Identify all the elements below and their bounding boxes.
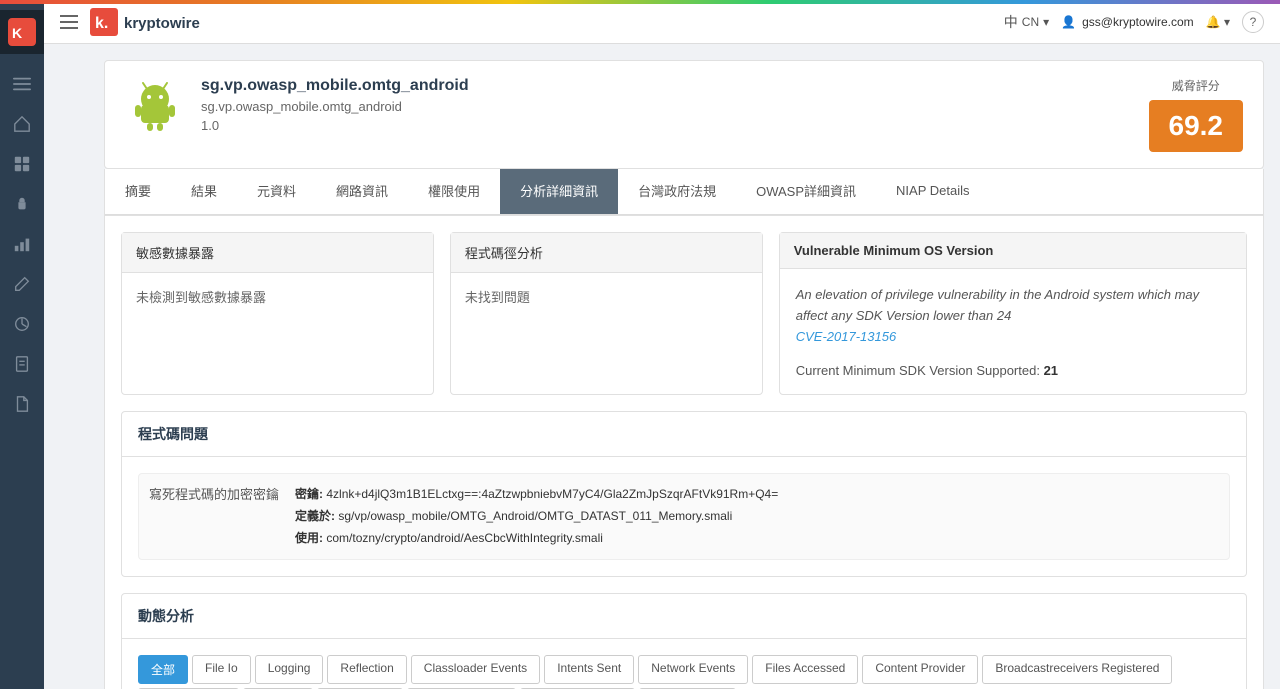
bell-dropdown: ▾ [1224,15,1230,29]
sidebar-item-chart[interactable] [0,304,44,344]
code-issue-details: 密鑰: 4zlnk+d4jlQ3m1B1ELctxg==:4aZtzwpbnie… [295,484,778,549]
filter-tab-intents-sent[interactable]: Intents Sent [544,655,634,684]
vuln-panel: Vulnerable Minimum OS Version An elevati… [779,232,1247,395]
language-selector[interactable]: 中 CN ▾ [1004,12,1049,32]
code-issues-body: 寫死程式碼的加密密鑰 密鑰: 4zlnk+d4jlQ3m1B1ELctxg==:… [122,457,1246,576]
sidebar-item-menu[interactable] [0,64,44,104]
cipher-line: 密鑰: 4zlnk+d4jlQ3m1B1ELctxg==:4aZtzwpbnie… [295,484,778,506]
dynamic-analysis-header: 動態分析 [122,594,1246,639]
tabs-container: 摘要結果元資料網路資訊權限使用分析詳細資訊台灣政府法規OWASP詳細資訊NIAP… [104,169,1264,216]
kryptowire-logo: k. kryptowire [90,8,220,36]
threat-score-label: 威脅評分 [1149,77,1244,94]
main-content: sg.vp.owasp_mobile.omtg_android sg.vp.ow… [88,44,1280,689]
sdk-info: Current Minimum SDK Version Supported: 2… [796,363,1230,378]
app-icon [125,77,185,137]
dynamic-analysis-body: 全部File IoLoggingReflectionClassloader Ev… [122,639,1246,689]
code-path-panel: 程式碼徑分析 未找到問題 [450,232,763,395]
tab-結果[interactable]: 結果 [171,169,237,214]
code-issue-label: 寫死程式碼的加密密鑰 [149,484,279,549]
dynamic-analysis-section: 動態分析 全部File IoLoggingReflectionClassload… [121,593,1247,689]
code-path-header: 程式碼徑分析 [451,233,762,273]
vuln-header: Vulnerable Minimum OS Version [780,233,1246,269]
language-label: CN [1022,15,1039,29]
tab-權限使用[interactable]: 權限使用 [408,169,500,214]
vuln-desc-text: An elevation of privilege vulnerability … [796,287,1199,323]
app-package-id: sg.vp.owasp_mobile.omtg_android [201,99,469,114]
app-header-card: sg.vp.owasp_mobile.omtg_android sg.vp.ow… [104,60,1264,169]
lang-dropdown-icon: ▾ [1043,15,1049,29]
sdk-label: Current Minimum SDK Version Supported: [796,363,1040,378]
sidebar-item-dashboard[interactable] [0,104,44,144]
svg-text:k.: k. [95,15,108,32]
cve-link[interactable]: CVE-2017-13156 [796,329,896,344]
sdk-value: 21 [1044,363,1058,378]
filter-tab-network-events[interactable]: Network Events [638,655,748,684]
tab-分析詳細資訊[interactable]: 分析詳細資訊 [500,169,618,214]
hamburger-menu[interactable] [60,15,78,29]
used-label: 使用: [295,531,323,545]
app-version: 1.0 [201,118,469,133]
user-icon: 👤 [1061,15,1076,29]
sidebar-item-apps[interactable] [0,144,44,184]
tab-元資料[interactable]: 元資料 [237,169,316,214]
sensitive-data-panel: 敏感數據暴露 未檢測到敏感數據暴露 [121,232,434,395]
navbar: k. kryptowire 中 CN ▾ 👤 gss@kryptowire.co… [44,0,1280,44]
bell-icon: 🔔 [1206,15,1221,29]
app-details: sg.vp.owasp_mobile.omtg_android sg.vp.ow… [201,77,469,133]
filter-tab-content-provider[interactable]: Content Provider [862,655,978,684]
sensitive-data-body: 未檢測到敏感數據暴露 [122,273,433,320]
used-line: 使用: com/tozny/crypto/android/AesCbcWithI… [295,528,778,550]
sidebar: K [0,0,44,689]
filter-tab-files-accessed[interactable]: Files Accessed [752,655,858,684]
top-color-bar [0,0,1280,4]
user-email: gss@kryptowire.com [1082,15,1194,29]
code-issues-header: 程式碼問題 [122,412,1246,457]
notification-bell[interactable]: 🔔 ▾ [1206,15,1230,29]
tab-owasp詳細資訊[interactable]: OWASP詳細資訊 [736,169,876,214]
filter-tab-全部[interactable]: 全部 [138,655,188,684]
sidebar-item-docs[interactable] [0,384,44,424]
language-icon: 中 [1004,12,1018,32]
sidebar-item-android[interactable] [0,184,44,224]
threat-score-value: 69.2 [1149,100,1244,152]
tab-台灣政府法規[interactable]: 台灣政府法規 [618,169,736,214]
svg-text:kryptowire: kryptowire [124,15,200,32]
tab-content-area: 敏感數據暴露 未檢測到敏感數據暴露 程式碼徑分析 未找到問題 Vulnerabl… [104,216,1264,689]
cipher-label: 密鑰: [295,487,323,501]
vuln-body: An elevation of privilege vulnerability … [780,269,1246,394]
sidebar-item-analytics[interactable] [0,224,44,264]
sidebar-logo[interactable]: K [0,10,44,54]
app-package-name: sg.vp.owasp_mobile.omtg_android [201,77,469,95]
navbar-right: 中 CN ▾ 👤 gss@kryptowire.com 🔔 ▾ ? [1004,11,1264,33]
app-info: sg.vp.owasp_mobile.omtg_android sg.vp.ow… [125,77,469,137]
sidebar-item-edit[interactable] [0,264,44,304]
cipher-value: 4zlnk+d4jlQ3m1B1ELctxg==:4aZtzwpbniebvM7… [326,487,778,501]
svg-text:K: K [12,25,22,41]
filter-tab-logging[interactable]: Logging [255,655,324,684]
panels-row: 敏感數據暴露 未檢測到敏感數據暴露 程式碼徑分析 未找到問題 Vulnerabl… [121,232,1247,395]
filter-tabs: 全部File IoLoggingReflectionClassloader Ev… [138,655,1230,689]
tab-摘要[interactable]: 摘要 [105,169,171,214]
code-issue-row: 寫死程式碼的加密密鑰 密鑰: 4zlnk+d4jlQ3m1B1ELctxg==:… [138,473,1230,560]
user-info: 👤 gss@kryptowire.com [1061,15,1194,29]
tab-niap-details[interactable]: NIAP Details [876,171,989,212]
navbar-left: k. kryptowire [60,8,220,36]
filter-tab-classloader-events[interactable]: Classloader Events [411,655,540,684]
code-path-body: 未找到問題 [451,273,762,320]
sensitive-data-header: 敏感數據暴露 [122,233,433,273]
vuln-description: An elevation of privilege vulnerability … [796,285,1230,347]
filter-tab-file-io[interactable]: File Io [192,655,251,684]
help-button[interactable]: ? [1242,11,1264,33]
defined-line: 定義於: sg/vp/owasp_mobile/OMTG_Android/OMT… [295,506,778,528]
code-issues-section: 程式碼問題 寫死程式碼的加密密鑰 密鑰: 4zlnk+d4jlQ3m1B1ELc… [121,411,1247,577]
tabs: 摘要結果元資料網路資訊權限使用分析詳細資訊台灣政府法規OWASP詳細資訊NIAP… [105,169,1263,215]
used-value: com/tozny/crypto/android/AesCbcWithInteg… [326,531,603,545]
threat-score-block: 威脅評分 69.2 [1149,77,1244,152]
sidebar-item-reports[interactable] [0,344,44,384]
defined-label: 定義於: [295,509,335,523]
filter-tab-reflection[interactable]: Reflection [327,655,406,684]
defined-value: sg/vp/owasp_mobile/OMTG_Android/OMTG_DAT… [338,509,732,523]
tab-網路資訊[interactable]: 網路資訊 [316,169,408,214]
filter-tab-broadcastreceivers-registered[interactable]: Broadcastreceivers Registered [982,655,1172,684]
